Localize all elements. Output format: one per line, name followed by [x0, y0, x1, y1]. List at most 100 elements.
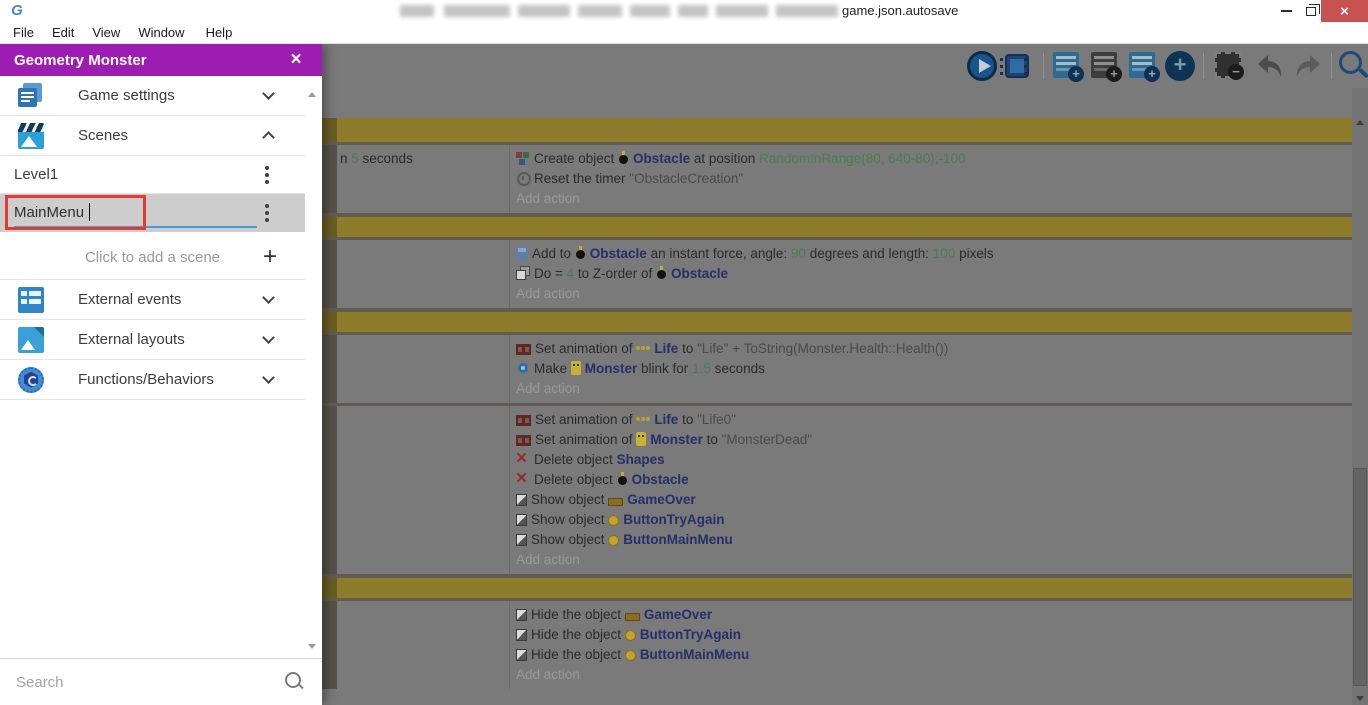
event-line: Set animation of Monster to "MonsterDead…	[516, 430, 1348, 450]
search-icon[interactable]	[284, 671, 304, 691]
search-icon[interactable]	[1338, 50, 1368, 80]
plus-badge-icon: +	[1106, 66, 1122, 82]
add-action-button[interactable]: Add action	[516, 284, 1348, 304]
menu-help[interactable]: Help	[197, 25, 242, 40]
actions-column[interactable]: Add to Obstacle an instant force, angle:…	[510, 240, 1352, 308]
text-segment: Hide the object	[531, 647, 625, 662]
actions-column[interactable]: Set animation of Life to "Life" + ToStri…	[510, 335, 1352, 403]
redacted-title-text	[444, 5, 510, 17]
event-row[interactable]: Add to Obstacle an instant force, angle:…	[322, 237, 1352, 308]
actions-column[interactable]: Create object Obstacle at position Rando…	[510, 145, 1352, 213]
scene-item-mainmenu[interactable]	[0, 194, 305, 232]
add-action-button[interactable]: Add action	[516, 189, 1348, 209]
conditions-column[interactable]	[337, 335, 509, 403]
search-input[interactable]	[14, 669, 264, 695]
text-segment: degrees and length:	[805, 246, 933, 261]
add-scene-button[interactable]: Click to add a scene +	[0, 236, 305, 280]
chevron-down-icon[interactable]	[262, 331, 275, 344]
scroll-up-icon[interactable]	[1356, 120, 1364, 125]
event-sheet-scrollbar[interactable]	[1352, 88, 1368, 705]
delete-event-icon[interactable]: −	[1215, 52, 1244, 80]
conditions-column[interactable]	[337, 240, 509, 308]
debug-icon[interactable]	[1000, 54, 1029, 78]
conditions-column[interactable]: n 5 seconds	[337, 145, 509, 213]
text-segment: Life	[654, 412, 679, 427]
scene-item-level1[interactable]: Level1	[0, 156, 305, 194]
plus-icon[interactable]: +	[263, 244, 277, 270]
sidebar-item-functions-behaviors[interactable]: Functions/Behaviors	[0, 360, 305, 400]
event-row[interactable]: Set animation of Life to "Life" + ToStri…	[322, 332, 1352, 403]
comment-row[interactable]	[322, 574, 1352, 598]
event-sheet-toolbar: + + + + −	[322, 44, 1368, 88]
scroll-down-icon[interactable]	[308, 644, 316, 649]
conditions-column[interactable]	[337, 406, 509, 574]
scene-rename-input[interactable]	[14, 200, 254, 224]
menu-bar: File Edit View Window Help	[0, 22, 1368, 44]
obstacle-icon	[575, 246, 586, 260]
sidebar-item-external-layouts[interactable]: External layouts	[0, 320, 305, 360]
sidebar-item-scenes[interactable]: Scenes	[0, 116, 305, 156]
add-action-button[interactable]: Add action	[516, 665, 1348, 685]
text-segment: Show object	[531, 512, 609, 527]
external-events-icon	[18, 286, 44, 313]
text-segment: Set animation of	[535, 341, 637, 356]
comment-text	[337, 312, 1352, 332]
toolbar-separator	[1043, 53, 1044, 79]
preview-play-icon[interactable]	[967, 51, 997, 81]
kebab-menu-icon[interactable]	[265, 165, 269, 184]
event-drag-handle	[322, 578, 337, 598]
text-segment: Delete object	[534, 472, 617, 487]
actions-column[interactable]: Set animation of Life to "Life0" Set anim…	[510, 406, 1352, 574]
event-drag-handle	[322, 145, 337, 213]
actions-column[interactable]: Hide the object GameOver Hide the object …	[510, 601, 1352, 689]
redacted-title-text	[630, 5, 670, 17]
add-event-icon[interactable]: +	[1053, 52, 1084, 82]
scroll-up-icon[interactable]	[308, 92, 316, 97]
undo-icon[interactable]	[1255, 51, 1285, 81]
event-line: Show object GameOver	[516, 490, 1348, 510]
redo-icon[interactable]	[1293, 51, 1323, 81]
menu-window[interactable]: Window	[129, 25, 196, 40]
scrollbar-thumb[interactable]	[1353, 468, 1367, 686]
add-comment-icon[interactable]: +	[1129, 52, 1160, 82]
add-action-button[interactable]: Add action	[516, 550, 1348, 570]
sidebar-item-external-events[interactable]: External events	[0, 280, 305, 320]
menu-file[interactable]: File	[4, 25, 43, 40]
event-row[interactable]: n 5 seconds Create object Obstacle at pos…	[322, 142, 1352, 213]
life-icon	[636, 412, 650, 426]
add-subevent-icon[interactable]: +	[1091, 52, 1122, 82]
comment-row[interactable]	[322, 118, 1352, 142]
add-action-button[interactable]: Add action	[516, 379, 1348, 399]
scene-name: Level1	[14, 166, 59, 183]
text-segment: Hide the object	[531, 627, 625, 642]
close-panel-icon[interactable]: ×	[282, 44, 310, 76]
add-circle-icon[interactable]: +	[1165, 51, 1195, 81]
text-segment: "Life" + ToString(Monster.Health::Health…	[697, 341, 949, 356]
title-bar: G game.json.autosave ×	[0, 0, 1368, 22]
event-row[interactable]: Hide the object GameOver Hide the object …	[322, 598, 1352, 689]
chevron-up-icon[interactable]	[262, 131, 275, 144]
event-line: Hide the object GameOver	[516, 605, 1348, 625]
visibility-icon	[516, 629, 527, 641]
chevron-down-icon[interactable]	[262, 291, 275, 304]
kebab-menu-icon[interactable]	[265, 204, 269, 222]
event-drag-handle	[322, 118, 337, 142]
text-segment: Obstacle	[670, 266, 728, 281]
sidebar-item-game-settings[interactable]: Game settings	[0, 76, 305, 116]
text-segment: an instant force, angle:	[646, 246, 791, 261]
comment-row[interactable]	[322, 308, 1352, 332]
menu-edit[interactable]: Edit	[43, 25, 83, 40]
minimize-button[interactable]	[1272, 0, 1300, 22]
menu-view[interactable]: View	[83, 25, 129, 40]
comment-text	[337, 217, 1352, 237]
comment-row[interactable]	[322, 213, 1352, 237]
plus-badge-icon: +	[1144, 66, 1160, 82]
conditions-column[interactable]	[337, 601, 509, 689]
redacted-title-text	[578, 5, 622, 17]
event-row[interactable]: Set animation of Life to "Life0" Set anim…	[322, 403, 1352, 574]
scroll-down-icon[interactable]	[1356, 696, 1364, 701]
chevron-down-icon[interactable]	[262, 87, 275, 100]
text-segment: Make	[534, 361, 571, 376]
chevron-down-icon[interactable]	[262, 371, 275, 384]
close-window-button[interactable]: ×	[1321, 0, 1368, 22]
